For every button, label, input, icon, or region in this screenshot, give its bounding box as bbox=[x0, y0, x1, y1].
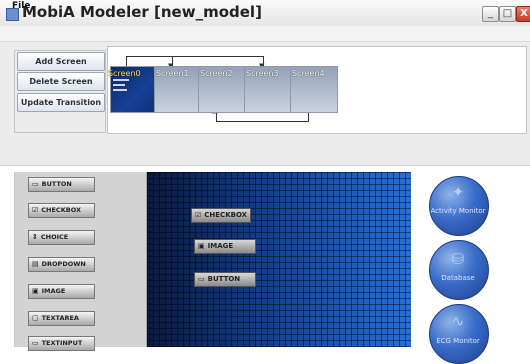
menu-file[interactable]: File bbox=[12, 1, 30, 11]
palette-choice-button[interactable]: ⇕ CHOICE bbox=[28, 230, 95, 245]
palette-item-label: BUTTON bbox=[41, 180, 72, 188]
transition-line bbox=[126, 56, 264, 57]
thumbnail-widget bbox=[113, 89, 127, 91]
widget-label: IMAGE bbox=[207, 242, 234, 250]
button-icon: ▭ bbox=[198, 275, 205, 283]
dropdown-icon: ▤ bbox=[32, 260, 39, 268]
canvas-checkbox-widget[interactable]: ☑ CHECKBOX bbox=[191, 208, 251, 223]
textinput-icon: ▭ bbox=[32, 339, 39, 347]
image-icon: ▣ bbox=[32, 287, 39, 295]
choice-icon: ⇕ bbox=[32, 233, 38, 241]
palette-item-label: DROPDOWN bbox=[41, 260, 86, 268]
textarea-icon: ▢ bbox=[32, 314, 39, 322]
palette-button-button[interactable]: ▭ BUTTON bbox=[28, 177, 95, 192]
transition-line bbox=[216, 121, 309, 122]
palette-textinput-button[interactable]: ▭ TEXTINPUT bbox=[28, 336, 95, 351]
widget-label: BUTTON bbox=[207, 275, 241, 283]
database-icon: ⛁ bbox=[451, 250, 465, 268]
checkbox-icon: ☑ bbox=[195, 211, 202, 219]
window-title: MobiA Modeler [new_model] bbox=[22, 3, 262, 21]
screen-label: Screen0 bbox=[108, 69, 141, 78]
screen-label: Screen4 bbox=[292, 69, 325, 78]
canvas-image-widget[interactable]: ▣ IMAGE bbox=[194, 239, 256, 254]
transition-line bbox=[126, 56, 127, 66]
minimize-button[interactable]: _ bbox=[482, 6, 499, 22]
maximize-button[interactable]: □ bbox=[499, 6, 516, 22]
update-transition-button[interactable]: Update Transition bbox=[17, 93, 105, 112]
palette-checkbox-button[interactable]: ☑ CHECKBOX bbox=[28, 203, 95, 218]
close-button[interactable]: X bbox=[516, 6, 530, 22]
palette-item-label: TEXTINPUT bbox=[41, 339, 83, 347]
widget-label: CHECKBOX bbox=[204, 211, 248, 219]
runner-icon: ✦ bbox=[451, 183, 465, 201]
palette-textarea-button[interactable]: ▢ TEXTAREA bbox=[28, 311, 95, 326]
palette-item-label: TEXTAREA bbox=[41, 314, 79, 322]
ecg-icon: ∿ bbox=[451, 312, 465, 330]
screen-label: Screen3 bbox=[246, 69, 279, 78]
screen-label: Screen2 bbox=[200, 69, 233, 78]
delete-screen-button[interactable]: Delete Screen bbox=[17, 72, 105, 91]
palette-dropdown-button[interactable]: ▤ DROPDOWN bbox=[28, 257, 95, 272]
canvas-button-widget[interactable]: ▭ BUTTON bbox=[194, 272, 256, 287]
palette-image-button[interactable]: ▣ IMAGE bbox=[28, 284, 95, 299]
service-label: Database bbox=[441, 274, 475, 282]
thumbnail-widget bbox=[113, 84, 125, 86]
image-icon: ▣ bbox=[198, 242, 205, 250]
screen-label: Screen1 bbox=[156, 69, 189, 78]
thumbnail-widget bbox=[113, 79, 129, 81]
screen-design-canvas[interactable] bbox=[147, 172, 411, 347]
palette-item-label: CHECKBOX bbox=[41, 206, 81, 214]
button-icon: ▭ bbox=[32, 180, 39, 188]
menu-bar bbox=[0, 26, 530, 42]
service-label: ECG Monitor bbox=[436, 337, 480, 345]
palette-item-label: CHOICE bbox=[40, 233, 69, 241]
add-screen-button[interactable]: Add Screen bbox=[17, 52, 105, 71]
checkbox-icon: ☑ bbox=[32, 206, 39, 214]
service-label: Activity Monitor bbox=[430, 207, 486, 215]
palette-item-label: IMAGE bbox=[41, 287, 66, 295]
